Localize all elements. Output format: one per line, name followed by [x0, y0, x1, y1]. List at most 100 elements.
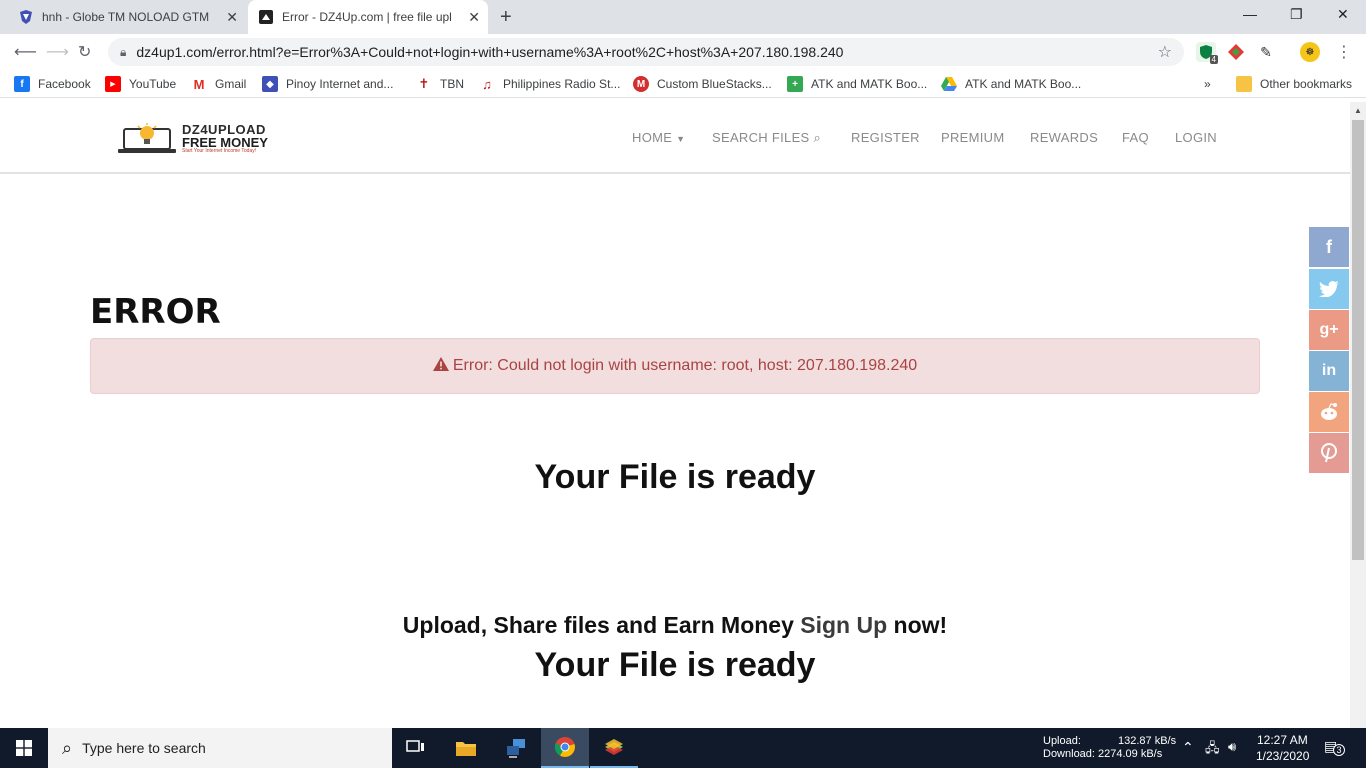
- page-scrollbar[interactable]: ▲: [1350, 102, 1366, 728]
- bookmark-facebook[interactable]: f Facebook: [14, 75, 91, 93]
- url-text: dz4up1.com/error.html?e=Error%3A+Could+n…: [136, 44, 844, 60]
- sheets-icon: +: [787, 76, 803, 92]
- windows-start-icon[interactable]: [0, 728, 48, 768]
- browser-tab-error[interactable]: Error - DZ4Up.com | free file uplo ✕: [248, 0, 488, 34]
- share-twitter-icon[interactable]: [1309, 269, 1349, 309]
- share-reddit-icon[interactable]: [1309, 392, 1349, 432]
- new-tab-plus-icon[interactable]: +: [500, 6, 512, 29]
- bookmark-bluestacks[interactable]: M Custom BlueStacks...: [633, 75, 772, 93]
- back-arrow-icon[interactable]: ⟵: [14, 42, 37, 62]
- scrollbar-thumb[interactable]: [1352, 120, 1364, 560]
- cross-icon: ✝: [416, 76, 432, 92]
- m-circle-icon: M: [633, 76, 649, 92]
- bookmark-youtube[interactable]: ▶ YouTube: [105, 75, 176, 93]
- menu-kebab-icon[interactable]: ⋮: [1334, 42, 1354, 62]
- upload-label: Upload:: [1043, 735, 1081, 747]
- volume-icon[interactable]: 🔊︎: [1228, 739, 1236, 755]
- bookmark-other[interactable]: Other bookmarks: [1236, 75, 1352, 93]
- nav-label: HOME: [632, 130, 673, 145]
- browser-tab-globe[interactable]: hnh - Globe TM NOLOAD GTM fo ✕: [8, 0, 246, 34]
- bookmark-label: ATK and MATK Boo...: [811, 77, 928, 91]
- bookmarks-bar: f Facebook ▶ YouTube M Gmail ◆ Pinoy Int…: [0, 70, 1366, 98]
- share-googleplus-icon[interactable]: g+: [1309, 310, 1349, 350]
- sign-up-link[interactable]: Sign Up: [800, 612, 887, 638]
- nav-label: SEARCH FILES: [712, 130, 810, 145]
- clock-date[interactable]: 1/23/2020: [1256, 749, 1309, 763]
- close-tab-icon[interactable]: ✕: [226, 9, 238, 26]
- page-viewport: DZ4UPLOAD FREE MONEY Start Your Internet…: [0, 102, 1350, 728]
- file-ready-heading-2: Your File is ready: [534, 646, 816, 684]
- reload-icon[interactable]: ↻: [78, 42, 91, 62]
- more-bookmarks-chevron[interactable]: »: [1204, 75, 1211, 93]
- bookmark-star-icon[interactable]: ☆: [1158, 42, 1172, 62]
- logo-tagline: Start Your Internet Income Today!: [182, 147, 257, 154]
- download-label: Download:: [1043, 748, 1095, 760]
- share-linkedin-icon[interactable]: in: [1309, 351, 1349, 391]
- bookmark-label: YouTube: [129, 77, 177, 91]
- nav-rewards[interactable]: REWARDS: [1030, 130, 1098, 145]
- share-facebook-icon[interactable]: f: [1309, 227, 1349, 267]
- upload-speed: 132.87 kB/s: [1118, 735, 1177, 747]
- bookmark-tbn[interactable]: ✝ TBN: [416, 75, 464, 93]
- close-window-icon[interactable]: ✕: [1337, 6, 1349, 23]
- minimize-icon[interactable]: —: [1243, 6, 1257, 22]
- tab-favicon-icon: [258, 9, 274, 25]
- bookmark-label: Gmail: [215, 77, 247, 91]
- nav-register[interactable]: REGISTER: [851, 130, 920, 145]
- site-header: DZ4UPLOAD FREE MONEY Start Your Internet…: [0, 102, 1350, 174]
- network-icon[interactable]: 🖧︎: [1205, 739, 1220, 761]
- restore-icon[interactable]: ❐: [1290, 6, 1303, 23]
- profile-avatar[interactable]: ☸: [1300, 42, 1320, 62]
- notification-count: 3: [1333, 744, 1345, 756]
- shield-icon: ◆: [262, 76, 278, 92]
- shield-extension-icon[interactable]: 4: [1196, 42, 1218, 64]
- taskbar-search-box[interactable]: ⌕ Type here to search: [48, 728, 392, 768]
- facebook-icon: f: [14, 76, 30, 92]
- bookmark-radio[interactable]: ♫ Philippines Radio St...: [479, 75, 620, 93]
- address-bar[interactable]: 🔒︎ dz4up1.com/error.html?e=Error%3A+Coul…: [108, 38, 1184, 66]
- bookmark-label: Custom BlueStacks...: [657, 77, 772, 91]
- nav-search-files[interactable]: SEARCH FILES ⌕: [712, 130, 821, 146]
- clock-time[interactable]: 12:27 AM: [1257, 733, 1308, 747]
- warning-icon: [432, 356, 449, 376]
- pen-extension-icon[interactable]: ✎: [1256, 42, 1276, 62]
- promo-text: now!: [893, 612, 948, 638]
- color-extension-icon[interactable]: [1226, 42, 1246, 62]
- logo-wordmark: DZ4UPLOAD FREE MONEY Start Your Internet…: [182, 123, 268, 154]
- bookmark-label: Pinoy Internet and...: [286, 77, 394, 91]
- drive-icon: [941, 76, 957, 92]
- bluestacks-taskbar-icon[interactable]: [590, 728, 638, 768]
- download-speed: 2274.09 kB/s: [1098, 748, 1163, 760]
- nav-premium[interactable]: PREMIUM: [941, 130, 1005, 145]
- bookmark-gmail[interactable]: M Gmail: [191, 75, 246, 93]
- search-icon: ⌕: [62, 737, 73, 758]
- lock-icon: 🔒︎: [120, 44, 127, 59]
- nav-home[interactable]: HOME ▼: [632, 130, 685, 145]
- task-view-icon[interactable]: [392, 728, 440, 768]
- bookmark-label: Philippines Radio St...: [503, 77, 621, 91]
- site-logo[interactable]: DZ4UPLOAD FREE MONEY Start Your Internet…: [116, 120, 302, 156]
- nav-faq[interactable]: FAQ: [1122, 130, 1149, 145]
- notification-icon[interactable]: ▤ 3: [1324, 738, 1345, 756]
- folder-icon: [1236, 76, 1252, 92]
- scroll-up-icon[interactable]: ▲: [1354, 106, 1362, 115]
- browser-toolbar: ⟵ ⟶ ↻ 🔒︎ dz4up1.com/error.html?e=Error%3…: [0, 34, 1366, 70]
- nav-login[interactable]: LOGIN: [1175, 130, 1217, 145]
- share-pinterest-icon[interactable]: [1309, 433, 1349, 473]
- caret-down-icon: ▼: [676, 134, 686, 144]
- search-placeholder: Type here to search: [82, 740, 206, 756]
- bookmark-pinoy[interactable]: ◆ Pinoy Internet and...: [262, 75, 393, 93]
- music-icon: ♫: [479, 76, 495, 92]
- page-title: ERROR: [90, 292, 221, 332]
- tab-favicon-icon: [18, 9, 34, 25]
- windows-taskbar: ⌕ Type here to search Upload: Download: …: [0, 728, 1366, 768]
- chrome-taskbar-icon[interactable]: [541, 728, 589, 768]
- promo-line: Upload, Share files and Earn Money Sign …: [0, 612, 1350, 639]
- file-explorer-icon[interactable]: [442, 728, 490, 768]
- close-tab-icon[interactable]: ✕: [468, 9, 480, 26]
- network-app-icon[interactable]: [492, 728, 540, 768]
- chevron-up-icon[interactable]: ⌃: [1182, 739, 1194, 756]
- bookmark-atk-2[interactable]: ATK and MATK Boo...: [941, 75, 1081, 93]
- forward-arrow-icon[interactable]: ⟶: [46, 42, 69, 62]
- bookmark-atk-1[interactable]: + ATK and MATK Boo...: [787, 75, 927, 93]
